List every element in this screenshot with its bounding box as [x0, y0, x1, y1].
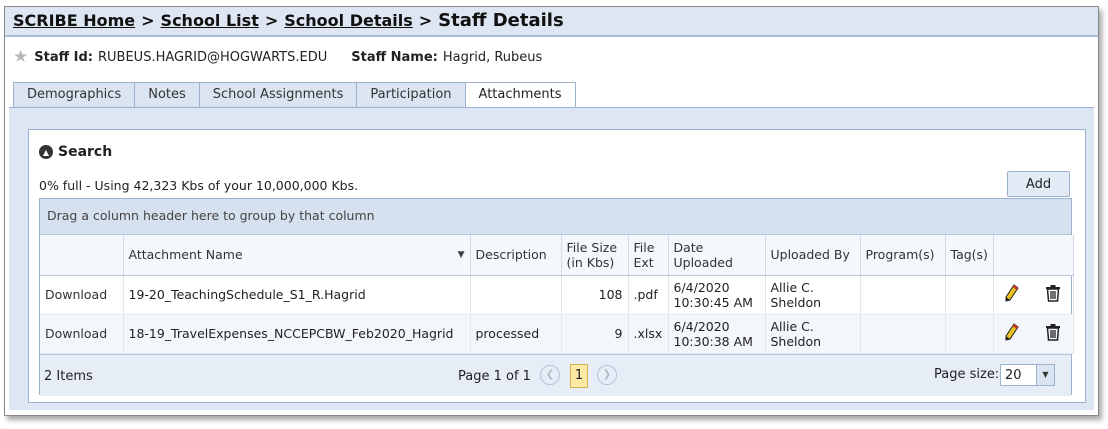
file-ext-cell: .xlsx: [628, 314, 669, 354]
table-header-row: Attachment Name ▼ Description File Size (…: [40, 235, 1074, 276]
chevron-left-icon[interactable]: ❮: [540, 364, 560, 385]
date-uploaded-cell: 6/4/2020 10:30:45 AM: [668, 275, 766, 315]
item-count: 2 Items: [44, 368, 93, 384]
programs-cell: [860, 275, 946, 315]
storage-usage: 0% full - Using 42,323 Kbs of your 10,00…: [39, 178, 359, 193]
breadcrumb: SCRIBE Home > School List > School Details > S…: [5, 7, 1098, 37]
page-info: Page 1 of 1: [458, 368, 531, 384]
breadcrumb-school-list-link[interactable]: School List: [161, 11, 259, 30]
tab-participation[interactable]: Participation: [356, 82, 465, 108]
column-header-description[interactable]: Description: [470, 235, 562, 276]
attachment-name-cell: 19-20_TeachingSchedule_S1_R.Hagrid: [123, 275, 471, 315]
column-header-programs[interactable]: Program(s): [860, 235, 946, 276]
search-label: Search: [58, 144, 113, 160]
trash-icon[interactable]: [1045, 323, 1061, 344]
table-row: Download 18-19_TravelExpenses_NCCEPCBW_F…: [40, 314, 1074, 354]
attachments-grid: Drag a column header here to group by th…: [39, 198, 1074, 396]
file-size-cell: 9: [561, 314, 629, 354]
collapse-circle-icon[interactable]: ▲: [39, 145, 53, 159]
row-actions: [993, 314, 1074, 354]
tags-cell: [945, 275, 994, 315]
download-link[interactable]: Download: [45, 287, 107, 302]
programs-cell: [860, 314, 946, 354]
chevron-down-icon[interactable]: ▼: [1036, 364, 1054, 385]
page-title: Staff Details: [438, 10, 564, 31]
column-header-file-ext[interactable]: File Ext: [628, 235, 669, 276]
column-header-tags[interactable]: Tag(s): [945, 235, 994, 276]
uploaded-by-cell: Allie C. Sheldon: [765, 275, 861, 315]
breadcrumb-school-details-link[interactable]: School Details: [284, 11, 413, 30]
column-header-file-size[interactable]: File Size (in Kbs): [561, 235, 629, 276]
group-by-bar[interactable]: Drag a column header here to group by th…: [40, 199, 1071, 235]
staff-info: ★ Staff Id: RUBEUS.HAGRID@HOGWARTS.EDU S…: [13, 45, 542, 69]
star-icon[interactable]: ★: [13, 48, 28, 66]
tab-attachments[interactable]: Attachments: [464, 82, 576, 108]
tab-bar: Demographics Notes School Assignments Pa…: [13, 82, 576, 108]
column-header-uploaded-by[interactable]: Uploaded By: [765, 235, 861, 276]
tags-cell: [945, 314, 994, 354]
staff-name-label: Staff Name:: [351, 49, 438, 65]
file-size-cell: 108: [561, 275, 629, 315]
page-size-value: 20: [1005, 367, 1022, 383]
trash-icon[interactable]: [1045, 284, 1061, 305]
breadcrumb-separator: >: [264, 11, 279, 30]
download-link[interactable]: Download: [45, 326, 107, 341]
chevron-right-icon[interactable]: ❯: [597, 364, 617, 385]
uploaded-by-cell: Allie C. Sheldon: [765, 314, 861, 354]
pager: 2 Items Page 1 of 1 ❮ 1 ❯ Page size: 20 …: [40, 353, 1071, 396]
sort-down-icon[interactable]: ▼: [458, 248, 465, 263]
description-cell: [470, 275, 562, 315]
column-header-actions: [993, 235, 1074, 276]
column-header-action: [40, 235, 124, 276]
staff-name-value: Hagrid, Rubeus: [442, 49, 543, 65]
tab-school-assignments[interactable]: School Assignments: [198, 82, 357, 108]
date-uploaded-cell: 6/4/2020 10:30:38 AM: [668, 314, 766, 354]
breadcrumb-separator: >: [141, 11, 155, 30]
attachments-panel: ▲ Search 0% full - Using 42,323 Kbs of y…: [28, 129, 1086, 403]
column-header-date-uploaded[interactable]: Date Uploaded: [668, 235, 766, 276]
table-row: Download 19-20_TeachingSchedule_S1_R.Hag…: [40, 275, 1074, 315]
staff-id-value: RUBEUS.HAGRID@HOGWARTS.EDU: [98, 49, 328, 65]
file-ext-cell: .pdf: [628, 275, 669, 315]
column-header-attachment-name[interactable]: Attachment Name ▼: [123, 235, 471, 276]
staff-id-label: Staff Id:: [34, 49, 93, 65]
attachment-name-cell: 18-19_TravelExpenses_NCCEPCBW_Feb2020_Ha…: [123, 314, 471, 354]
tab-notes[interactable]: Notes: [134, 82, 199, 108]
page-size-label: Page size:: [934, 366, 1000, 382]
page-button-1[interactable]: 1: [570, 363, 588, 388]
tab-demographics[interactable]: Demographics: [13, 82, 135, 108]
breadcrumb-home-link[interactable]: SCRIBE Home: [13, 11, 135, 30]
row-actions: [993, 275, 1074, 315]
description-cell: processed: [470, 314, 562, 354]
page-size-select[interactable]: 20 ▼: [1000, 363, 1055, 386]
pencil-icon[interactable]: [1005, 323, 1019, 344]
breadcrumb-separator: >: [418, 11, 433, 30]
add-button[interactable]: Add: [1007, 171, 1070, 197]
pencil-icon[interactable]: [1005, 284, 1019, 305]
search-toggle[interactable]: ▲ Search: [39, 144, 112, 160]
attachments-table: Attachment Name ▼ Description File Size (…: [40, 235, 1074, 354]
